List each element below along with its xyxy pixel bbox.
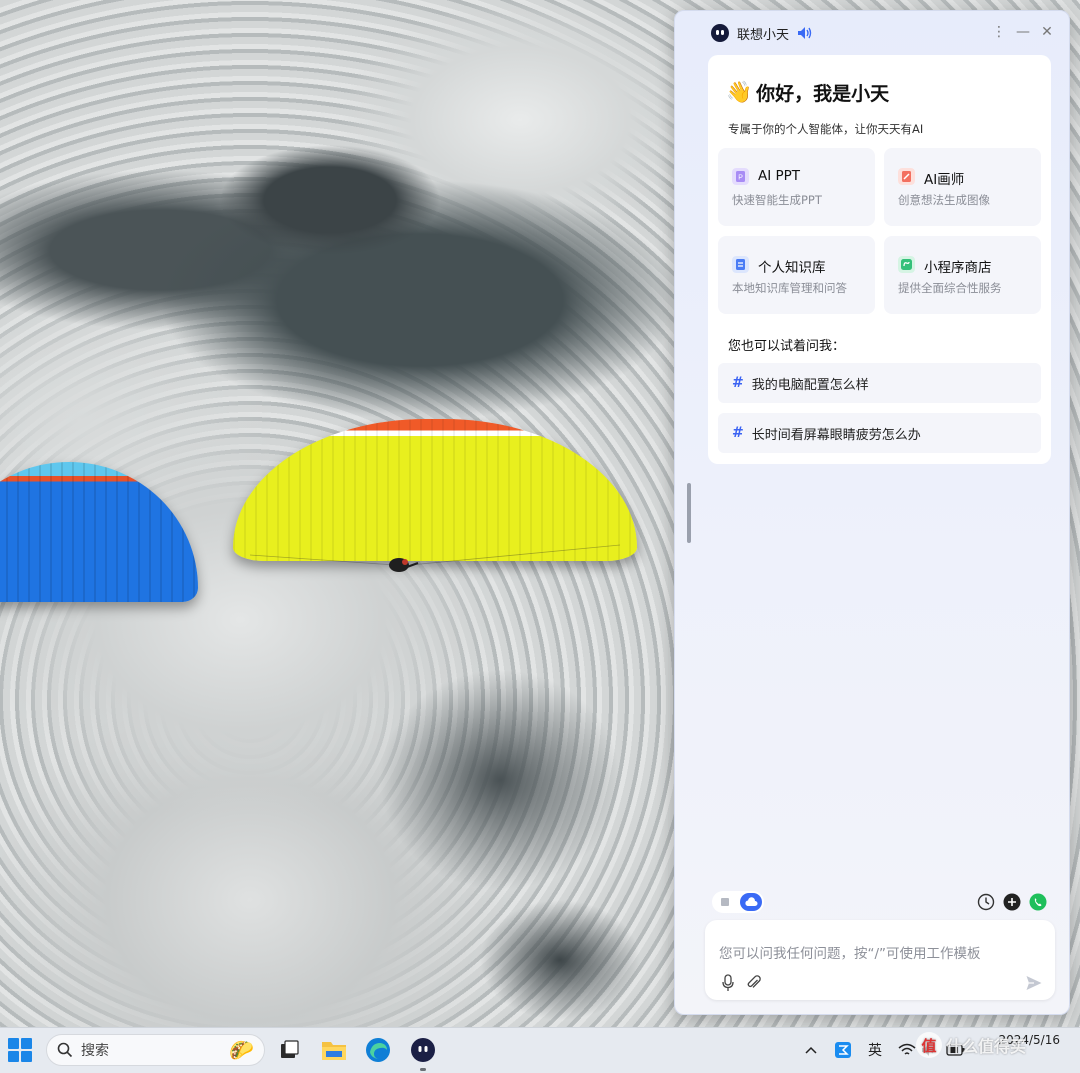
tile-title: AI画师 — [924, 172, 965, 188]
chat-input-placeholder: 您可以问我任何问题，按“/”可使用工作模板 — [719, 946, 981, 962]
tile-title: 小程序商店 — [924, 260, 992, 276]
hash-icon: # — [732, 375, 744, 391]
tile-ai-ppt[interactable]: P AI PPT 快速智能生成PPT — [718, 148, 875, 226]
greeting-text: 你好，我是小天 — [756, 83, 890, 105]
suggestion-text: 长时间看屏幕眼睛疲劳怎么办 — [751, 427, 921, 443]
xiaotian-taskbar-icon[interactable] — [408, 1035, 438, 1065]
search-label: 搜索 — [81, 1043, 109, 1059]
minimize-icon[interactable]: — — [1016, 23, 1030, 41]
cloud-mode-icon[interactable] — [740, 893, 762, 911]
greeting-heading: 👋 你好，我是小天 — [726, 79, 889, 106]
tile-desc: 创意想法生成图像 — [898, 193, 990, 207]
tray-app-icon[interactable] — [833, 1038, 853, 1062]
edge-browser-icon[interactable] — [363, 1035, 393, 1065]
input-toolbar — [977, 893, 1047, 911]
phone-call-icon[interactable] — [1029, 893, 1047, 911]
resize-handle[interactable] — [687, 483, 691, 543]
mode-toggle[interactable] — [712, 891, 764, 913]
task-view-icon[interactable] — [274, 1035, 304, 1065]
suggestions-heading: 您也可以试着问我： — [728, 339, 846, 354]
watermark-text: 什么值得买 — [946, 1037, 1027, 1056]
tile-title: AI PPT — [758, 168, 801, 184]
greeting-subtitle: 专属于你的个人智能体，让你天天有AI — [728, 122, 924, 136]
tile-desc: 快速智能生成PPT — [732, 193, 822, 207]
tile-knowledge-base[interactable]: 个人知识库 本地知识库管理和问答 — [718, 236, 875, 314]
taskbar-search[interactable]: 搜索 🌮 — [46, 1034, 265, 1066]
close-icon[interactable]: ✕ — [1041, 23, 1053, 41]
painter-icon — [898, 168, 915, 185]
window-controls: ⋮ — ✕ — [992, 23, 1053, 41]
show-hidden-icons-chevron-icon[interactable] — [801, 1038, 821, 1062]
search-highlight-taco-icon: 🌮 — [229, 1038, 254, 1062]
mini-program-store-icon — [898, 256, 915, 273]
app-name: 联想小天 — [737, 27, 790, 43]
windows-start-icon[interactable] — [8, 1038, 32, 1062]
paraglider-pilot — [389, 558, 419, 572]
microphone-icon[interactable] — [721, 974, 735, 992]
speaker-icon[interactable] — [797, 26, 813, 40]
panel-titlebar: 联想小天 — [711, 23, 813, 43]
search-icon — [57, 1042, 73, 1058]
more-options-icon[interactable]: ⋮ — [992, 23, 1006, 41]
xiaotian-logo-icon — [711, 24, 729, 42]
history-icon[interactable] — [977, 893, 995, 911]
chat-input[interactable]: 您可以问我任何问题，按“/”可使用工作模板 — [705, 920, 1055, 1000]
attachment-icon[interactable] — [745, 974, 763, 992]
tile-desc: 本地知识库管理和问答 — [732, 281, 847, 295]
hash-icon: # — [732, 425, 744, 441]
site-watermark: 值 什么值得买 — [916, 1032, 1026, 1058]
suggestion-item[interactable]: # 我的电脑配置怎么样 — [718, 363, 1041, 403]
local-mode-icon[interactable] — [714, 893, 736, 911]
assistant-panel: 联想小天 ⋮ — ✕ 👋 你好，我是小天 专属于你的个人智能体，让你天天有AI … — [674, 10, 1070, 1015]
tile-ai-painter[interactable]: AI画师 创意想法生成图像 — [884, 148, 1041, 226]
file-explorer-icon[interactable] — [319, 1035, 349, 1065]
suggestion-text: 我的电脑配置怎么样 — [751, 377, 869, 393]
suggestion-item[interactable]: # 长时间看屏幕眼睛疲劳怎么办 — [718, 413, 1041, 453]
waving-hand-icon: 👋 — [726, 80, 753, 104]
tile-title: 个人知识库 — [758, 260, 826, 276]
new-chat-icon[interactable] — [1003, 893, 1021, 911]
send-icon[interactable] — [1025, 974, 1043, 992]
tile-desc: 提供全面综合性服务 — [898, 281, 1002, 295]
welcome-card: 👋 你好，我是小天 专属于你的个人智能体，让你天天有AI P AI PPT 快速… — [708, 55, 1051, 464]
ppt-icon: P — [732, 168, 749, 185]
wifi-icon[interactable] — [897, 1038, 917, 1062]
svg-text:P: P — [738, 175, 743, 182]
input-method-indicator[interactable]: 英 — [864, 1038, 886, 1062]
knowledge-base-icon — [732, 256, 749, 273]
watermark-logo: 值 — [916, 1032, 942, 1058]
tile-mini-program-store[interactable]: 小程序商店 提供全面综合性服务 — [884, 236, 1041, 314]
active-app-indicator — [420, 1068, 426, 1071]
